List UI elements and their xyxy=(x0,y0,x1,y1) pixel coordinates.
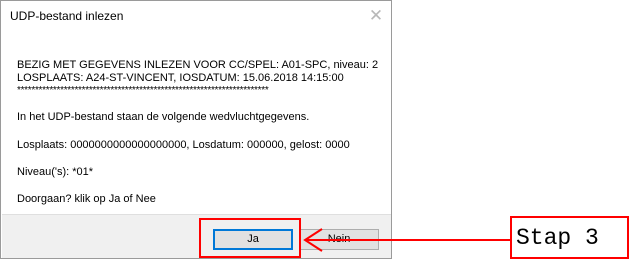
step-label: Stap 3 xyxy=(516,225,599,251)
step-annotation: Stap 3 xyxy=(510,216,629,259)
